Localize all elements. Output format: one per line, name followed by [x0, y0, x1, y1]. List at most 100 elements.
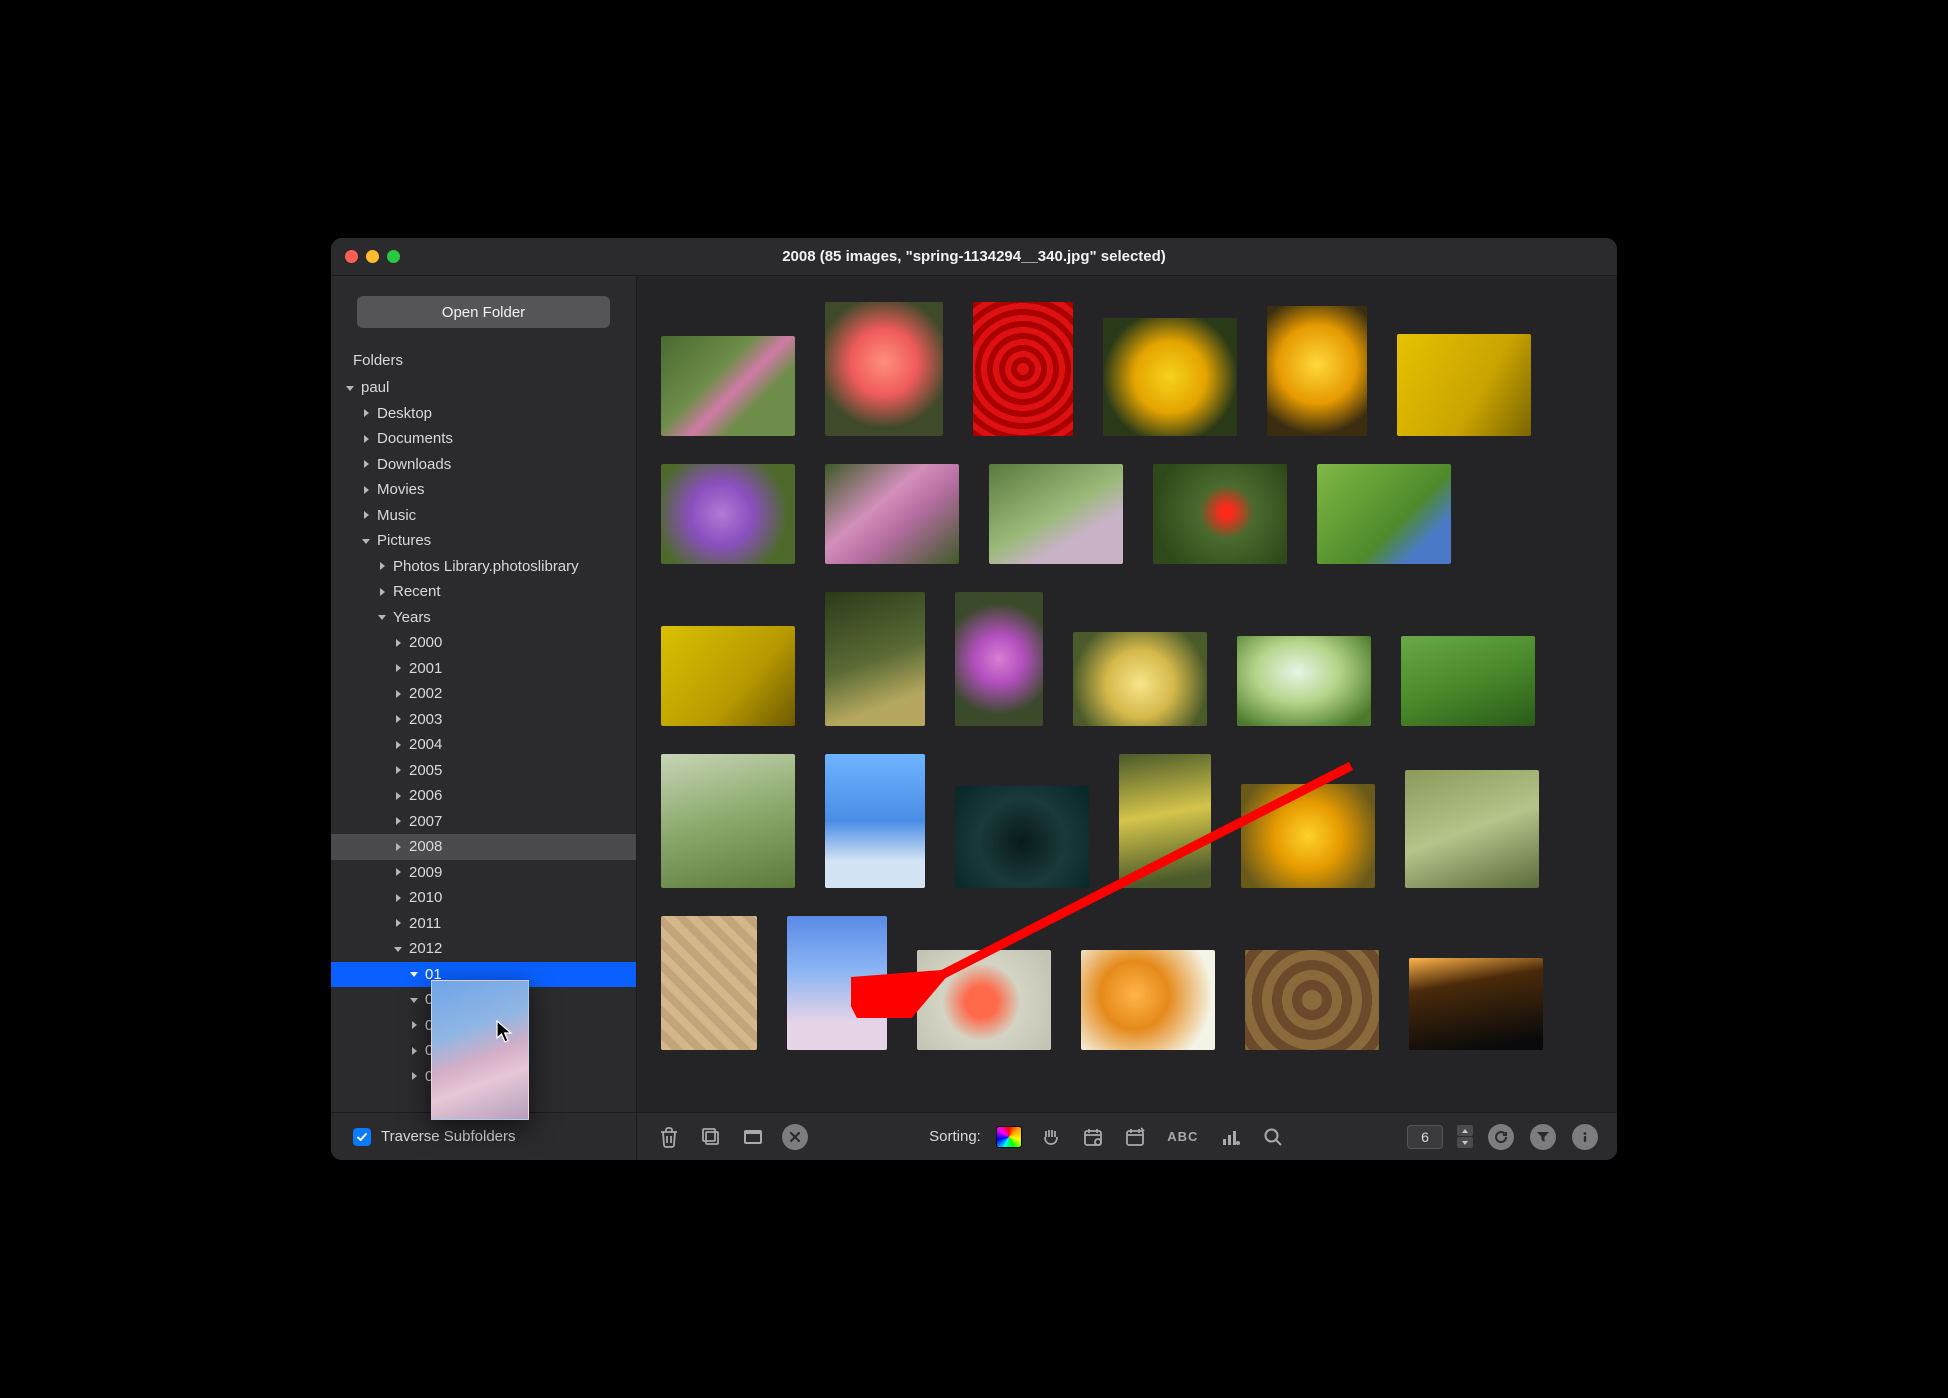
search-button[interactable]	[1259, 1123, 1287, 1151]
chevron-right-icon[interactable]	[407, 1071, 421, 1081]
folder-row-photos-library-photoslibrary[interactable]: Photos Library.photoslibrary	[331, 554, 636, 580]
sort-by-capture-date-button[interactable]	[1079, 1123, 1107, 1151]
chevron-right-icon[interactable]	[375, 561, 389, 571]
folder-row-03[interactable]: 03	[331, 1013, 636, 1039]
clear-button[interactable]	[781, 1123, 809, 1151]
sort-by-rating-button[interactable]	[1217, 1123, 1245, 1151]
chevron-right-icon[interactable]	[407, 1046, 421, 1056]
folder-row-2002[interactable]: 2002	[331, 681, 636, 707]
thumbnail[interactable]	[825, 754, 925, 888]
refresh-button[interactable]	[1487, 1123, 1515, 1151]
filter-button[interactable]	[1529, 1123, 1557, 1151]
folder-row-recent[interactable]: Recent	[331, 579, 636, 605]
thumbnail[interactable]	[787, 916, 887, 1050]
thumbnail[interactable]	[973, 302, 1073, 436]
chevron-right-icon[interactable]	[391, 791, 405, 801]
chevron-down-icon[interactable]	[391, 944, 405, 954]
thumbnail[interactable]	[1073, 632, 1207, 726]
chevron-down-icon[interactable]	[407, 995, 421, 1005]
folder-row-2001[interactable]: 2001	[331, 656, 636, 682]
folder-row-2012[interactable]: 2012	[331, 936, 636, 962]
thumbnail[interactable]	[661, 916, 757, 1050]
folder-row-2008[interactable]: 2008	[331, 834, 636, 860]
minimize-window-button[interactable]	[366, 250, 379, 263]
thumbnail[interactable]	[825, 592, 925, 726]
folder-row-04[interactable]: 04	[331, 1038, 636, 1064]
thumbnail-size-stepper[interactable]	[1457, 1125, 1473, 1148]
thumbnail[interactable]	[1081, 950, 1215, 1050]
chevron-right-icon[interactable]	[359, 485, 373, 495]
thumbnail[interactable]	[661, 626, 795, 726]
folder-row-downloads[interactable]: Downloads	[331, 452, 636, 478]
thumbnail[interactable]	[1397, 334, 1531, 436]
folder-row-2003[interactable]: 2003	[331, 707, 636, 733]
chevron-down-icon[interactable]	[407, 969, 421, 979]
thumbnail[interactable]	[1245, 950, 1379, 1050]
chevron-down-icon[interactable]	[343, 383, 357, 393]
folder-row-2010[interactable]: 2010	[331, 885, 636, 911]
chevron-right-icon[interactable]	[391, 714, 405, 724]
chevron-right-icon[interactable]	[391, 689, 405, 699]
chevron-right-icon[interactable]	[391, 842, 405, 852]
thumbnail[interactable]	[1317, 464, 1451, 564]
folder-tree[interactable]: paulDesktopDocumentsDownloadsMoviesMusic…	[331, 375, 636, 1112]
folder-row-music[interactable]: Music	[331, 503, 636, 529]
chevron-right-icon[interactable]	[391, 740, 405, 750]
folder-row-2005[interactable]: 2005	[331, 758, 636, 784]
thumbnail[interactable]	[1409, 958, 1543, 1050]
folder-row-movies[interactable]: Movies	[331, 477, 636, 503]
chevron-right-icon[interactable]	[391, 765, 405, 775]
folder-row-2000[interactable]: 2000	[331, 630, 636, 656]
stepper-down-icon[interactable]	[1457, 1137, 1473, 1148]
fullscreen-button[interactable]	[739, 1123, 767, 1151]
sort-by-manual-button[interactable]	[1037, 1123, 1065, 1151]
chevron-right-icon[interactable]	[359, 459, 373, 469]
chevron-right-icon[interactable]	[375, 587, 389, 597]
chevron-down-icon[interactable]	[359, 536, 373, 546]
thumbnail[interactable]	[955, 786, 1089, 888]
thumbnail[interactable]	[989, 464, 1123, 564]
thumbnail[interactable]	[917, 950, 1051, 1050]
thumbnail[interactable]	[825, 302, 943, 436]
folder-row-2007[interactable]: 2007	[331, 809, 636, 835]
thumbnail[interactable]	[1401, 636, 1535, 726]
chevron-right-icon[interactable]	[391, 816, 405, 826]
folder-row-years[interactable]: Years	[331, 605, 636, 631]
chevron-right-icon[interactable]	[391, 893, 405, 903]
thumbnail-size-value[interactable]: 6	[1407, 1125, 1443, 1149]
chevron-right-icon[interactable]	[391, 867, 405, 877]
folder-row-01[interactable]: 01	[331, 962, 636, 988]
thumbnail[interactable]	[1267, 306, 1367, 436]
folder-row-02[interactable]: 02	[331, 987, 636, 1013]
thumbnail[interactable]	[1103, 318, 1237, 436]
folder-row-2004[interactable]: 2004	[331, 732, 636, 758]
stack-button[interactable]	[697, 1123, 725, 1151]
folder-row-desktop[interactable]: Desktop	[331, 401, 636, 427]
chevron-down-icon[interactable]	[375, 612, 389, 622]
close-window-button[interactable]	[345, 250, 358, 263]
folder-row-2009[interactable]: 2009	[331, 860, 636, 886]
folder-row-2011[interactable]: 2011	[331, 911, 636, 937]
folder-row-pictures[interactable]: Pictures	[331, 528, 636, 554]
thumbnail[interactable]	[955, 592, 1043, 726]
chevron-right-icon[interactable]	[359, 434, 373, 444]
folder-row-documents[interactable]: Documents	[331, 426, 636, 452]
chevron-right-icon[interactable]	[391, 918, 405, 928]
traverse-subfolders-checkbox[interactable]	[353, 1128, 371, 1146]
thumbnail[interactable]	[661, 464, 795, 564]
chevron-right-icon[interactable]	[359, 408, 373, 418]
thumbnail[interactable]	[825, 464, 959, 564]
chevron-right-icon[interactable]	[391, 663, 405, 673]
sort-by-name-button[interactable]: ABC	[1163, 1123, 1203, 1151]
thumbnail[interactable]	[661, 754, 795, 888]
folder-row-paul[interactable]: paul	[331, 375, 636, 401]
folder-row-05[interactable]: 05	[331, 1064, 636, 1090]
folder-row-2006[interactable]: 2006	[331, 783, 636, 809]
thumbnail[interactable]	[1119, 754, 1211, 888]
open-folder-button[interactable]: Open Folder	[357, 296, 610, 328]
chevron-right-icon[interactable]	[391, 638, 405, 648]
thumbnail[interactable]	[661, 336, 795, 436]
chevron-right-icon[interactable]	[359, 510, 373, 520]
chevron-right-icon[interactable]	[407, 1020, 421, 1030]
thumbnail[interactable]	[1241, 784, 1375, 888]
